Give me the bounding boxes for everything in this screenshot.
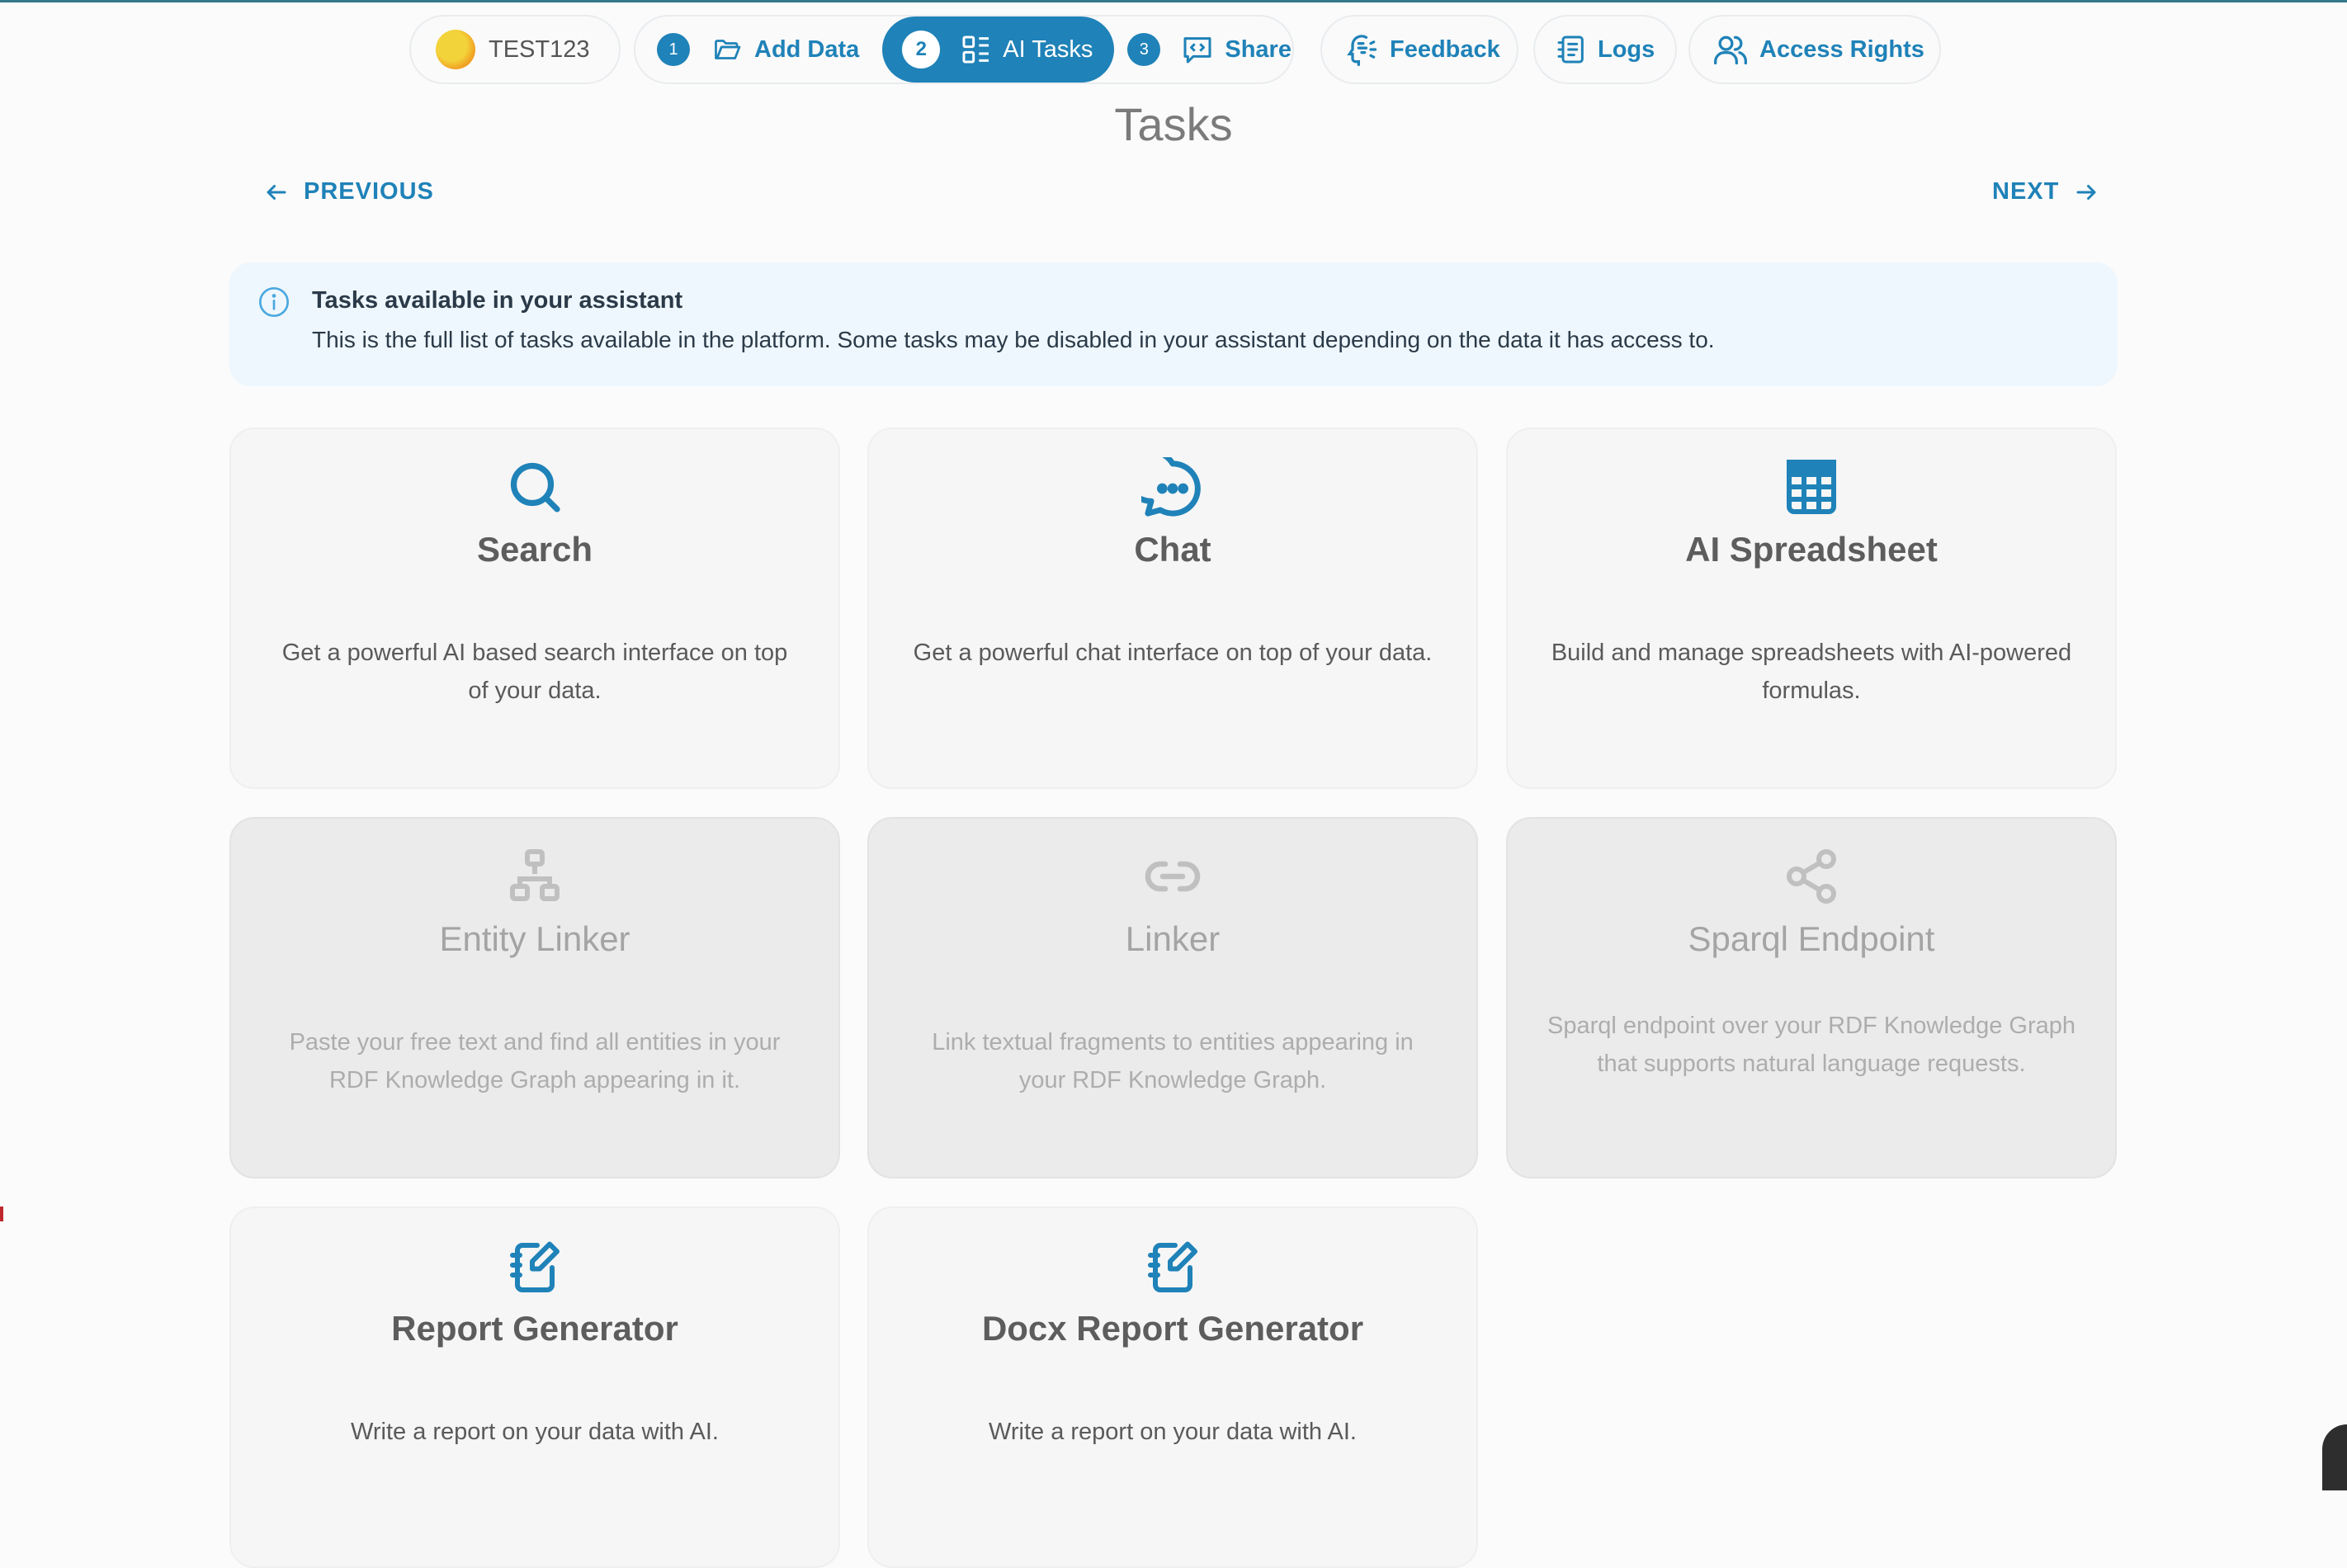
link-icon — [1145, 861, 1201, 892]
project-logo — [436, 30, 475, 69]
task-title: Docx Report Generator — [981, 1309, 1364, 1348]
window-corner — [2322, 1424, 2347, 1490]
spreadsheet-icon — [1787, 460, 1836, 514]
users-icon — [1714, 35, 1747, 65]
step-ai-tasks[interactable]: 2 AI Tasks — [882, 17, 1115, 83]
next-button[interactable]: NEXT — [1992, 178, 2113, 205]
info-icon — [259, 287, 289, 317]
chat-icon — [1141, 457, 1201, 517]
task-description: Paste your free text and find all entiti… — [289, 1029, 781, 1093]
arrow-right-icon — [2076, 184, 2096, 200]
page-title: Tasks — [1114, 98, 1233, 150]
edge-marker — [0, 1207, 3, 1221]
step-label: Add Data — [754, 35, 860, 63]
task-title: Sparql Endpoint — [1688, 919, 1935, 958]
access-rights-button[interactable]: Access Rights — [1688, 15, 1941, 84]
alert-title: Tasks available in your assistant — [312, 287, 683, 314]
previous-label: PREVIOUS — [304, 178, 434, 205]
task-description: Get a powerful AI based search interface… — [281, 640, 788, 704]
task-card-search[interactable]: Search Get a powerful AI based search in… — [229, 427, 840, 789]
share-nodes-icon — [1787, 849, 1836, 904]
task-title: AI Spreadsheet — [1685, 530, 1938, 569]
feedback-brain-icon — [1347, 35, 1377, 66]
step-label: Share — [1225, 35, 1292, 63]
task-description: Sparql endpoint over your RDF Knowledge … — [1547, 1013, 2075, 1077]
step-label: AI Tasks — [1003, 35, 1093, 63]
feedback-label: Feedback — [1390, 35, 1500, 63]
step-number: 3 — [1127, 33, 1161, 66]
code-message-icon — [1183, 37, 1211, 64]
hierarchy-icon — [510, 849, 560, 901]
info-alert: Tasks available in your assistant This i… — [229, 262, 2118, 386]
notebook-icon — [1557, 35, 1584, 64]
task-description: Get a powerful chat interface on top of … — [913, 640, 1433, 666]
step-add-data[interactable]: 1 Add Data — [657, 17, 859, 83]
task-card-docx-report-generator[interactable]: Docx Report Generator Write a report on … — [867, 1207, 1478, 1568]
step-share[interactable]: 3 Share — [1127, 17, 1292, 83]
task-description: Write a report on your data with AI. — [351, 1419, 719, 1445]
logs-label: Logs — [1598, 35, 1655, 63]
task-description: Link textual fragments to entities appea… — [932, 1029, 1414, 1093]
task-card-ai-spreadsheet[interactable]: AI Spreadsheet Build and manage spreadsh… — [1506, 427, 2117, 789]
task-title: Chat — [1134, 530, 1211, 569]
previous-button[interactable]: PREVIOUS — [249, 178, 434, 205]
task-title: Entity Linker — [439, 919, 630, 958]
project-selector[interactable]: TEST123 — [409, 15, 621, 84]
alert-text: This is the full list of tasks available… — [312, 327, 1715, 352]
notebook-edit-icon — [1148, 1241, 1197, 1292]
task-card-chat[interactable]: Chat Get a powerful chat interface on to… — [867, 427, 1478, 789]
logs-button[interactable]: Logs — [1533, 15, 1677, 84]
window-top-border — [0, 0, 2347, 2]
notebook-edit-icon — [510, 1241, 560, 1292]
task-card-report-generator[interactable]: Report Generator Write a report on your … — [229, 1207, 840, 1568]
folder-open-icon — [715, 40, 741, 59]
search-icon — [510, 462, 560, 512]
task-card-entity-linker: Entity Linker Paste your free text and f… — [229, 817, 840, 1178]
next-label: NEXT — [1992, 178, 2060, 205]
layout-list-icon — [962, 35, 989, 64]
feedback-button[interactable]: Feedback — [1320, 15, 1518, 84]
step-number: 2 — [902, 31, 941, 68]
task-title: Report Generator — [391, 1309, 678, 1348]
arrow-left-icon — [267, 184, 286, 200]
project-name: TEST123 — [489, 35, 590, 63]
task-description: Build and manage spreadsheets with AI-po… — [1551, 640, 2072, 704]
task-title: Search — [476, 530, 593, 569]
access-label: Access Rights — [1759, 35, 1924, 63]
task-description: Write a report on your data with AI. — [989, 1419, 1357, 1445]
task-card-linker: Linker Link textual fragments to entitie… — [867, 817, 1478, 1178]
task-card-sparql-endpoint: Sparql Endpoint Sparql endpoint over you… — [1506, 817, 2117, 1178]
step-number: 1 — [657, 33, 690, 66]
wizard-steps: 1 Add Data 2 AI Tasks 3 Share — [634, 15, 1294, 84]
task-title: Linker — [1125, 919, 1221, 958]
